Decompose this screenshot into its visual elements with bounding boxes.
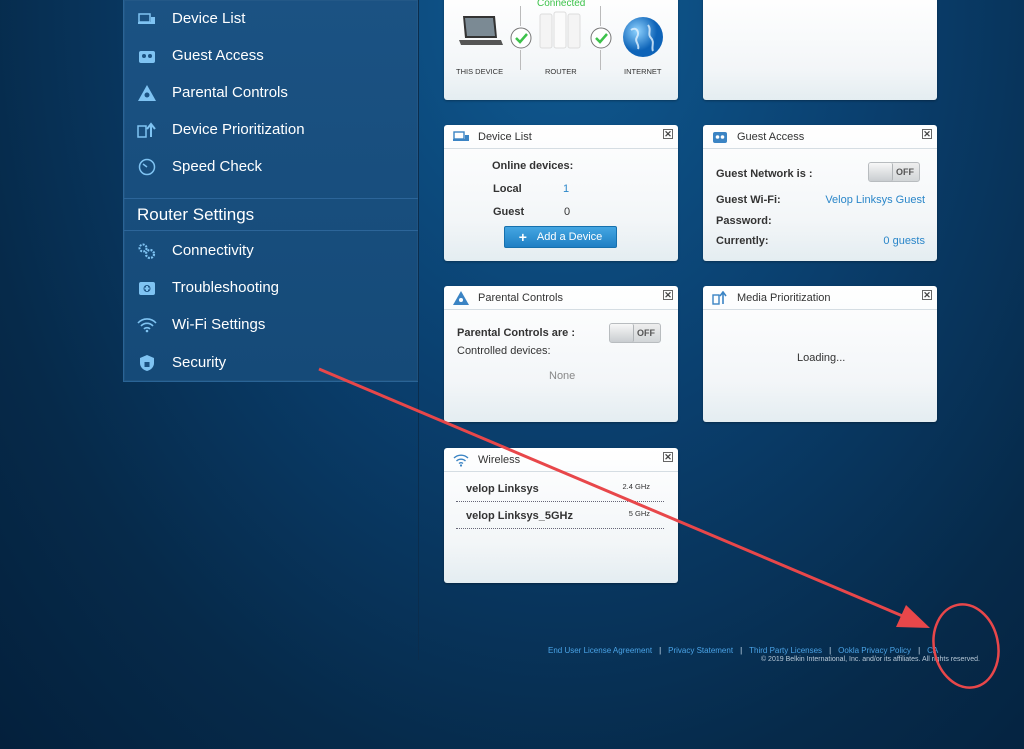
annotation-arrow-line	[318, 367, 906, 619]
annotation-arrowhead	[896, 605, 930, 628]
annotation-circle	[932, 603, 1000, 689]
annotation-overlay	[318, 367, 1000, 689]
